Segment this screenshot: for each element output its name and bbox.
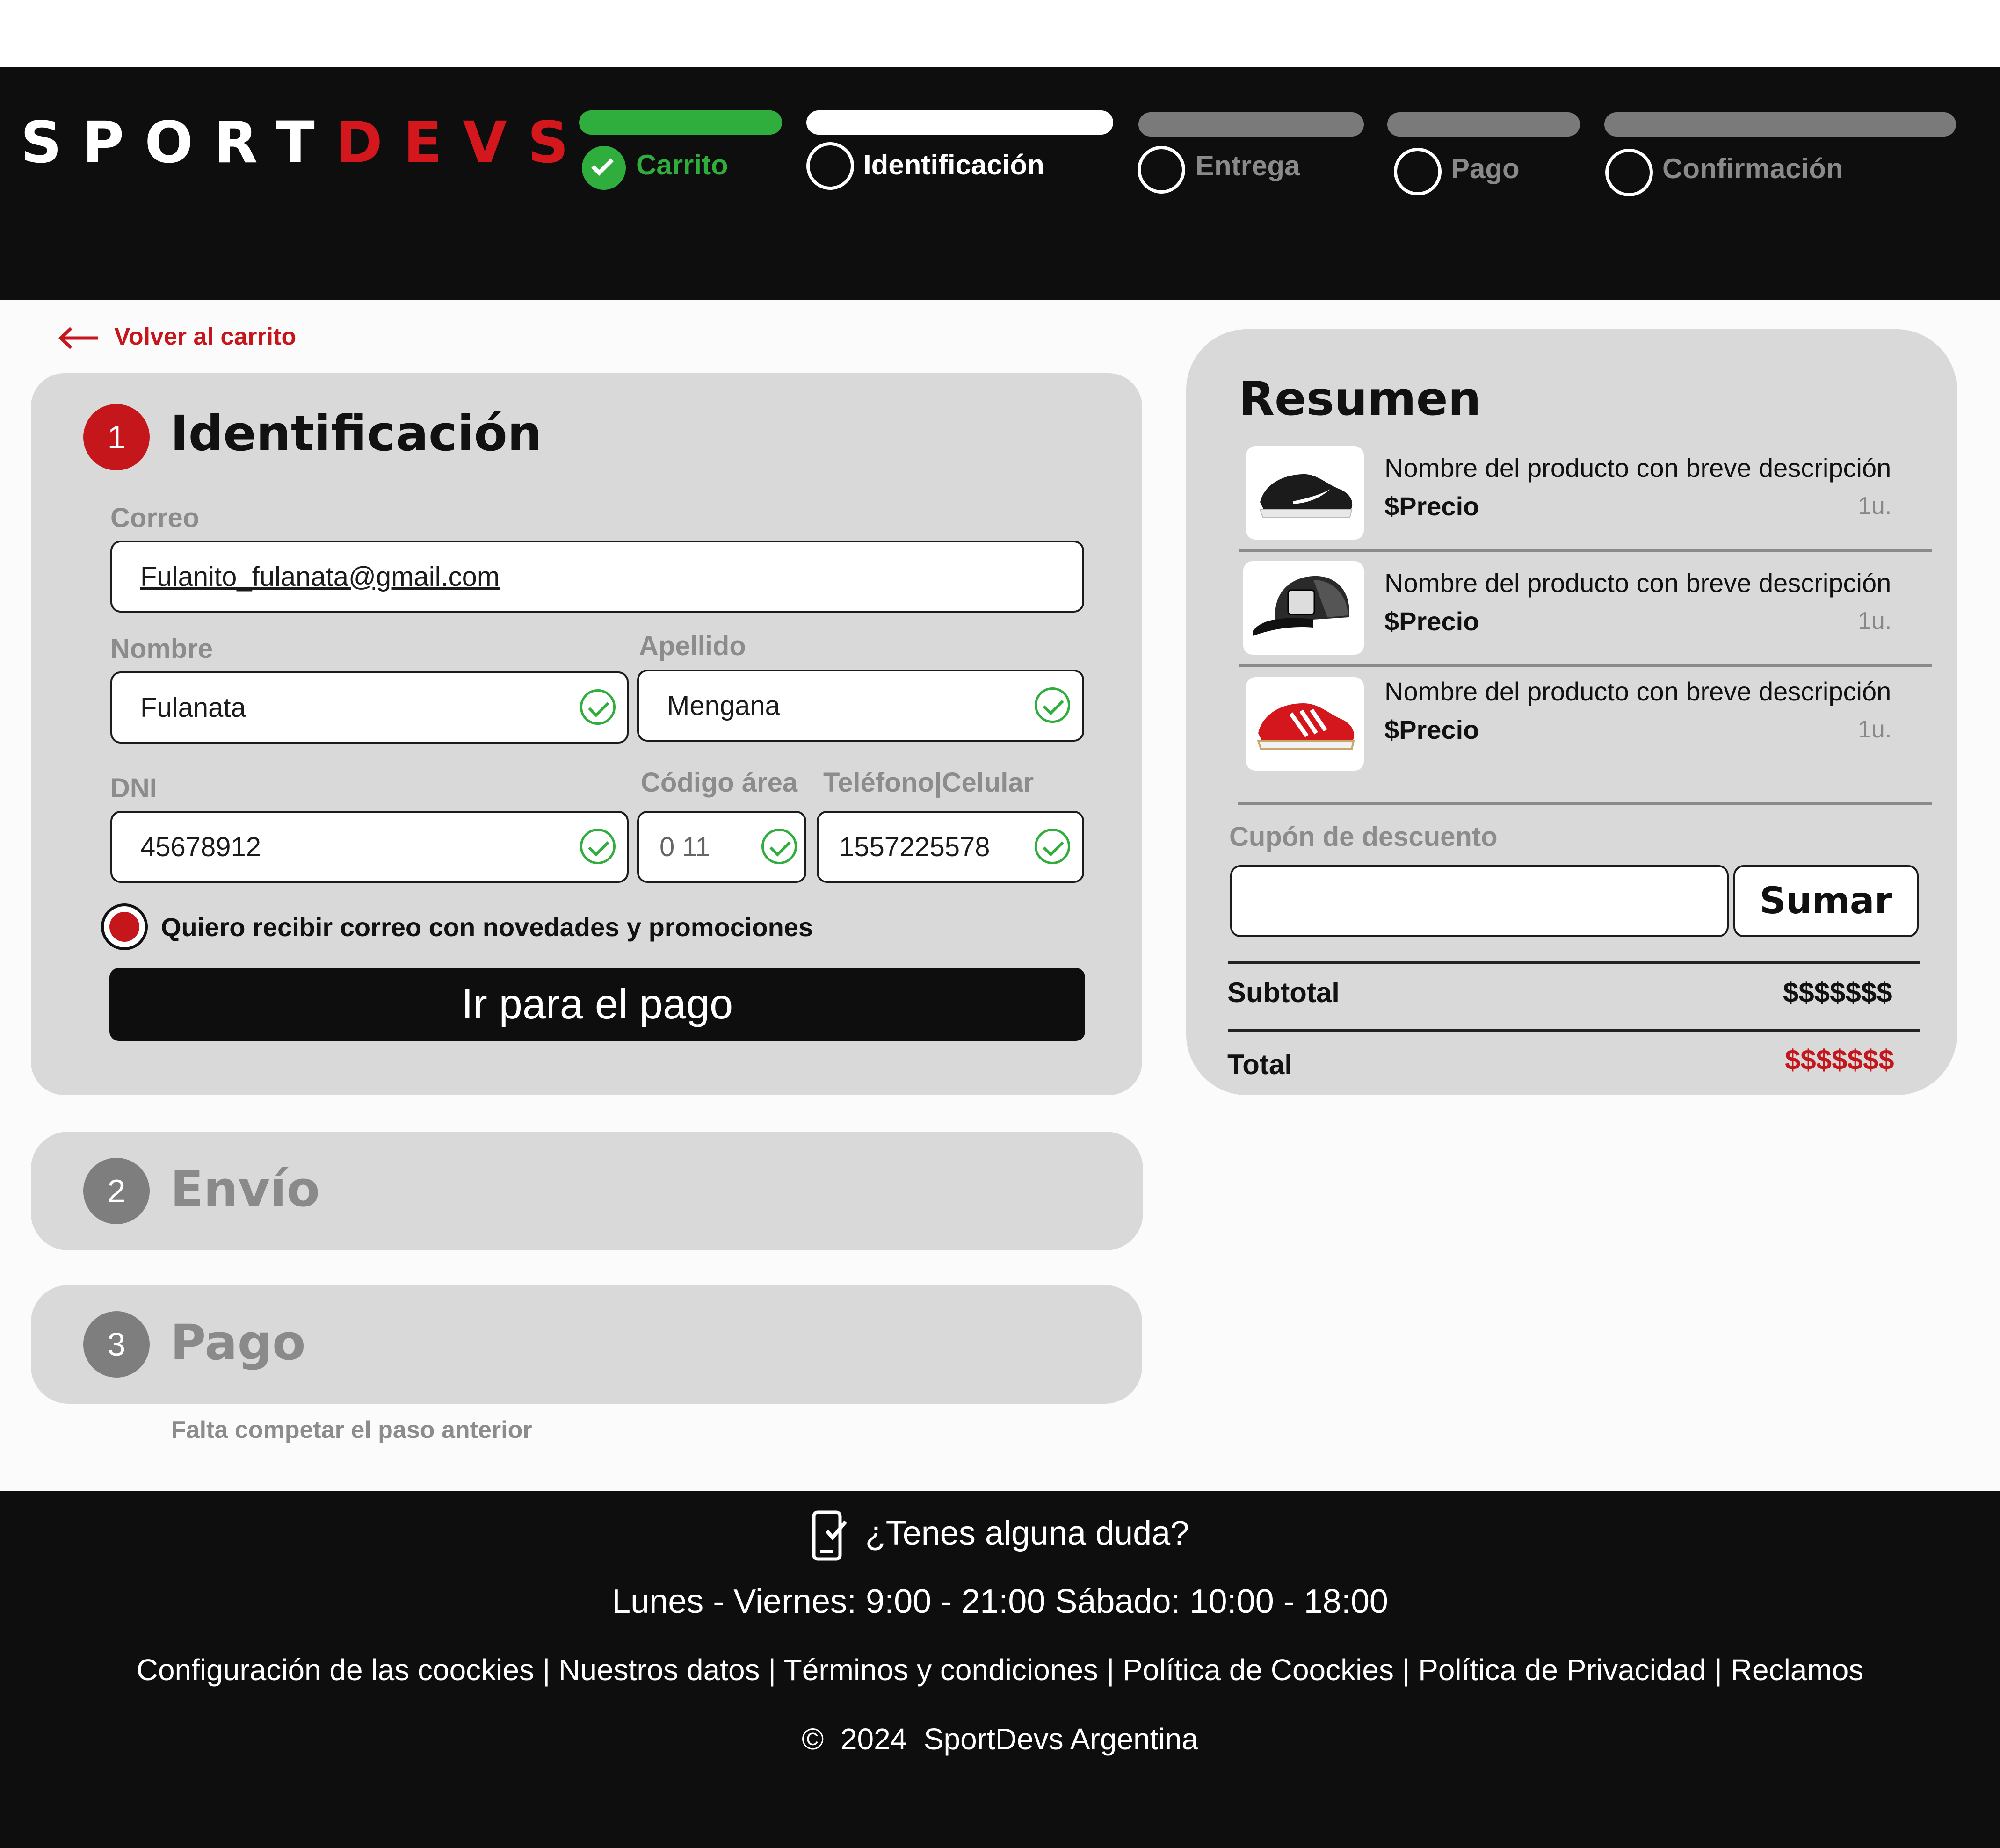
subtotal-value: $$$$$$$ <box>1783 977 1892 1008</box>
area-code-field[interactable]: 0 11 <box>637 811 806 883</box>
apellido-label: Apellido <box>639 631 746 661</box>
check-icon <box>582 146 626 190</box>
coupon-label: Cupón de descuento <box>1229 822 1498 852</box>
summary-panel: Resumen Nombre del producto con breve de… <box>1186 329 1957 1095</box>
product-qty: 1u. <box>1858 607 1892 635</box>
product-name: Nombre del producto con breve descripció… <box>1384 677 1891 706</box>
nombre-label: Nombre <box>110 634 213 664</box>
step-label-carrito[interactable]: Carrito <box>636 149 728 181</box>
step-label-identificacion[interactable]: Identificación <box>863 149 1044 181</box>
product-price: $Precio <box>1384 491 1479 521</box>
email-label: Correo <box>110 503 200 533</box>
copyright-year: 2024 <box>840 1722 907 1756</box>
total-label: Total <box>1227 1049 1292 1080</box>
subtotal-label: Subtotal <box>1227 977 1340 1008</box>
product-image-red-sneaker[interactable] <box>1246 677 1364 771</box>
arrow-left-icon <box>58 327 98 349</box>
envio-title: Envío <box>170 1161 320 1218</box>
email-field[interactable]: Fulanito_fulanata@gmail.com <box>110 541 1084 613</box>
footer-link-politica-cookies[interactable]: Política de Coockies <box>1123 1653 1394 1687</box>
telefono-label: Teléfono|Celular <box>823 767 1034 798</box>
divider <box>1228 1029 1920 1032</box>
dni-label: DNI <box>110 773 157 803</box>
summary-title: Resumen <box>1239 371 1481 426</box>
step-bar-confirmacion <box>1604 112 1956 137</box>
identificacion-card: 1 Identificación Correo Fulanito_fulanat… <box>31 373 1142 1095</box>
step-bar-entrega <box>1138 112 1364 137</box>
header: SPORTDEVS Carrito Identificación Entrega… <box>0 67 2000 300</box>
valid-check-icon <box>1035 687 1070 723</box>
dni-value: 45678912 <box>140 831 261 862</box>
dni-field[interactable]: 45678912 <box>110 811 629 883</box>
copyright-company: SportDevs Argentina <box>923 1722 1198 1756</box>
pago-card[interactable]: 3 Pago <box>31 1285 1142 1404</box>
step-bar-pago <box>1387 112 1580 137</box>
step-circle-icon <box>1605 149 1653 196</box>
newsletter-radio[interactable] <box>101 903 148 950</box>
total-value: $$$$$$$ <box>1785 1044 1894 1076</box>
area-code-value: 0 11 <box>659 831 710 862</box>
step-bar-carrito <box>579 110 782 135</box>
nombre-value: Fulanata <box>140 692 246 723</box>
coupon-apply-button[interactable]: Sumar <box>1733 865 1919 937</box>
go-to-payment-button[interactable]: Ir para el pago <box>109 968 1085 1041</box>
step-number-badge: 1 <box>83 404 150 470</box>
divider <box>1239 664 1932 667</box>
divider <box>1239 549 1932 552</box>
footer-link-cookies-config[interactable]: Configuración de las coockies <box>137 1653 534 1687</box>
footer-copyright: © 2024 SportDevs Argentina <box>0 1722 2000 1756</box>
apellido-value: Mengana <box>667 690 780 721</box>
product-qty: 1u. <box>1858 492 1892 520</box>
valid-check-icon <box>1035 829 1070 864</box>
footer-link-reclamos[interactable]: Reclamos <box>1731 1653 1864 1687</box>
phone-check-icon <box>812 1510 847 1561</box>
product-price: $Precio <box>1384 606 1479 636</box>
footer-link-privacidad[interactable]: Política de Privacidad <box>1418 1653 1706 1687</box>
area-code-label: Código área <box>641 767 798 798</box>
help-text: ¿Tenes alguna duda? <box>865 1515 1189 1552</box>
footer-link-datos[interactable]: Nuestros datos <box>558 1653 760 1687</box>
step-number-badge: 3 <box>83 1311 150 1378</box>
product-price: $Precio <box>1384 715 1479 744</box>
product-image-black-cap[interactable] <box>1243 561 1364 655</box>
product-name: Nombre del producto con breve descripció… <box>1384 568 1891 598</box>
telefono-value: 1557225578 <box>839 831 990 862</box>
pago-title: Pago <box>170 1314 306 1371</box>
product-name: Nombre del producto con breve descripció… <box>1384 453 1891 483</box>
email-value: Fulanito_fulanata@gmail.com <box>140 561 500 592</box>
telefono-field[interactable]: 1557225578 <box>817 811 1084 883</box>
copyright-symbol: © <box>802 1722 824 1756</box>
step-label-pago[interactable]: Pago <box>1451 152 1520 185</box>
nombre-field[interactable]: Fulanata <box>110 671 629 744</box>
pago-hint: Falta competar el paso anterior <box>171 1416 532 1444</box>
divider <box>1238 802 1932 805</box>
product-image-black-sneaker[interactable] <box>1246 446 1364 540</box>
step-circle-icon <box>806 142 854 190</box>
apellido-field[interactable]: Mengana <box>637 670 1084 742</box>
valid-check-icon <box>761 829 797 864</box>
divider <box>1228 961 1920 964</box>
footer-help[interactable]: ¿Tenes alguna duda? <box>0 1509 2000 1562</box>
identificacion-title: Identificación <box>170 405 542 462</box>
brand-logo[interactable]: SPORTDEVS <box>21 109 589 176</box>
step-circle-icon <box>1138 146 1185 194</box>
step-label-entrega[interactable]: Entrega <box>1196 150 1300 182</box>
newsletter-label: Quiero recibir correo con novedades y pr… <box>161 912 813 942</box>
footer-links: Configuración de las coockies | Nuestros… <box>136 1653 1864 1687</box>
product-qty: 1u. <box>1858 716 1892 743</box>
back-to-cart-link[interactable]: Volver al carrito <box>57 323 296 351</box>
step-circle-icon <box>1394 148 1442 195</box>
footer-hours: Lunes - Viernes: 9:00 - 21:00 Sábado: 10… <box>612 1583 1388 1620</box>
step-bar-identificacion <box>806 110 1113 135</box>
back-link-label: Volver al carrito <box>114 323 297 350</box>
step-label-confirmacion[interactable]: Confirmación <box>1662 152 1843 185</box>
coupon-input[interactable] <box>1230 865 1729 937</box>
top-strip <box>0 0 2000 67</box>
valid-check-icon <box>580 829 616 864</box>
envio-card[interactable]: 2 Envío <box>31 1132 1143 1250</box>
valid-check-icon <box>580 689 616 725</box>
footer: ¿Tenes alguna duda? Lunes - Viernes: 9:0… <box>0 1491 2000 1848</box>
step-number-badge: 2 <box>83 1158 150 1224</box>
footer-link-terminos[interactable]: Términos y condiciones <box>784 1653 1098 1687</box>
